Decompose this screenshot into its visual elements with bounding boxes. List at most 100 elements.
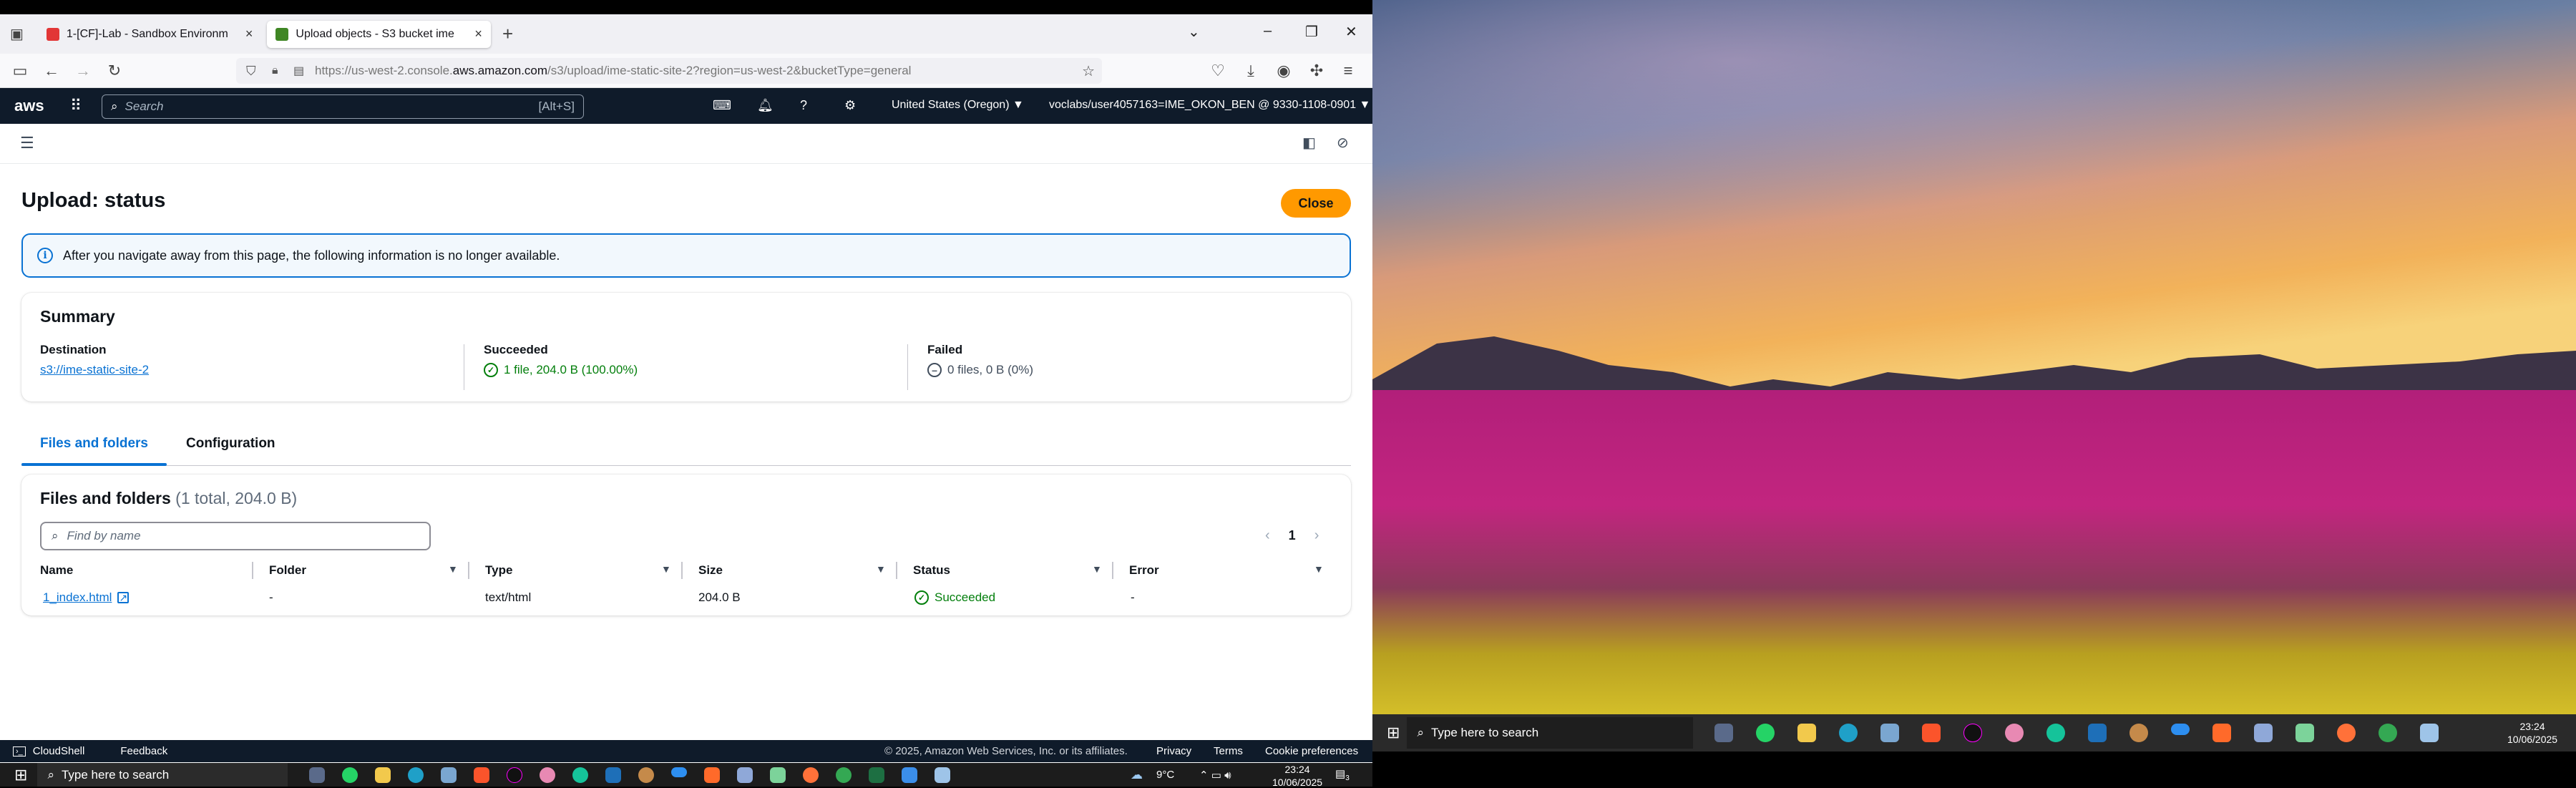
browser-tab-sandbox[interactable]: 1-[CF]-Lab - Sandbox Environm ×: [38, 21, 262, 48]
column-header-name[interactable]: Name: [40, 563, 73, 578]
close-tab-icon[interactable]: ×: [245, 26, 253, 42]
app-icon[interactable]: [704, 767, 721, 783]
column-separator[interactable]: [468, 562, 469, 579]
file-explorer-icon[interactable]: [1797, 724, 1817, 742]
tiktok-icon[interactable]: [507, 767, 523, 783]
cookie-preferences-link[interactable]: Cookie preferences: [1265, 745, 1358, 757]
grammarly-icon[interactable]: [572, 767, 589, 783]
firefox-icon[interactable]: [2337, 724, 2356, 742]
menu-icon[interactable]: ≡: [1332, 62, 1364, 80]
region-selector[interactable]: United States (Oregon) ▼: [892, 99, 1024, 112]
tab-files-and-folders[interactable]: Files and folders: [21, 436, 167, 466]
app-icon[interactable]: [2420, 724, 2439, 742]
column-header-error[interactable]: Error: [1129, 563, 1159, 578]
whatsapp-icon[interactable]: [1756, 724, 1775, 742]
terms-link[interactable]: Terms: [1214, 745, 1243, 757]
aws-search-input[interactable]: ⌕ Search [Alt+S]: [102, 94, 584, 119]
find-by-name-input[interactable]: ⌕ Find by name: [40, 522, 431, 550]
close-button[interactable]: Close: [1281, 189, 1351, 218]
page-number[interactable]: 1: [1289, 528, 1296, 543]
column-header-type[interactable]: Type: [485, 563, 512, 578]
app-icon[interactable]: [2129, 724, 2149, 742]
minimize-icon[interactable]: –: [1264, 23, 1272, 39]
sort-caret-icon[interactable]: ▼: [661, 563, 671, 575]
app-icon[interactable]: [638, 767, 655, 783]
sidebar-icon[interactable]: ▭: [4, 62, 36, 80]
sort-caret-icon[interactable]: ▼: [1092, 563, 1102, 575]
panel-toggle-icon[interactable]: ◧: [1302, 134, 1316, 152]
sort-caret-icon[interactable]: ▼: [448, 563, 458, 575]
file-name-link[interactable]: 1_index.html: [43, 590, 112, 605]
account-icon[interactable]: ◉: [1268, 62, 1299, 80]
destination-link[interactable]: s3://ime-static-site-2: [40, 363, 149, 377]
back-icon[interactable]: ←: [36, 62, 67, 80]
bookmark-star-icon[interactable]: ☆: [1082, 62, 1095, 80]
weather-temp[interactable]: 9°C: [1156, 769, 1174, 781]
app-icon[interactable]: [902, 767, 918, 783]
column-header-size[interactable]: Size: [698, 563, 723, 578]
excel-icon[interactable]: [869, 767, 885, 783]
cloudshell-link[interactable]: CloudShell: [33, 745, 85, 757]
notifications-bell-icon[interactable]: 🔔︎: [757, 98, 774, 113]
new-tab-button[interactable]: +: [502, 23, 513, 45]
file-explorer-icon[interactable]: [375, 767, 391, 783]
app-icon[interactable]: [2005, 724, 2024, 742]
app-icon[interactable]: [737, 767, 753, 783]
feedback-link[interactable]: Feedback: [120, 745, 167, 757]
app-icon[interactable]: [2254, 724, 2273, 742]
cloudshell-icon[interactable]: ›_: [13, 746, 26, 757]
app-icon[interactable]: [540, 767, 556, 783]
external-link-icon[interactable]: ↗: [117, 592, 130, 603]
close-tab-icon[interactable]: ×: [474, 26, 482, 42]
sort-caret-icon[interactable]: ▼: [876, 563, 886, 575]
reload-icon[interactable]: ↻: [99, 62, 130, 80]
brave-icon[interactable]: [474, 767, 490, 783]
calculator-icon[interactable]: [441, 767, 457, 783]
app-icon[interactable]: [2296, 724, 2315, 742]
privacy-link[interactable]: Privacy: [1156, 745, 1191, 757]
firefox-icon[interactable]: [803, 767, 819, 783]
cloudshell-icon[interactable]: ⌨: [713, 98, 731, 113]
tab-configuration[interactable]: Configuration: [186, 436, 275, 452]
edge-icon[interactable]: [1839, 724, 1858, 742]
app-icon[interactable]: [2088, 724, 2107, 742]
column-header-folder[interactable]: Folder: [269, 563, 306, 578]
next-page-icon[interactable]: ›: [1314, 527, 1319, 544]
browser-tab-upload[interactable]: Upload objects - S3 bucket ime ×: [267, 20, 491, 48]
windows-start-icon[interactable]: ⊞: [14, 766, 27, 784]
tiktok-icon[interactable]: [1963, 724, 1983, 742]
settings-gear-icon[interactable]: ⚙: [844, 98, 856, 113]
previous-page-icon[interactable]: ‹: [1265, 527, 1270, 544]
windows-start-icon[interactable]: ⊞: [1387, 724, 1400, 742]
brave-icon[interactable]: [1922, 724, 1941, 742]
tray-icons[interactable]: ⌃ ▭ 🔊︎: [1199, 769, 1231, 782]
help-icon[interactable]: ?: [800, 98, 807, 113]
aws-logo[interactable]: aws: [14, 97, 44, 115]
chrome-icon[interactable]: [836, 767, 852, 783]
services-grid-icon[interactable]: ⠿: [70, 97, 82, 115]
downloads-icon[interactable]: ⤓: [1235, 62, 1267, 80]
notification-center-icon[interactable]: ▤3: [1335, 767, 1350, 782]
chrome-icon[interactable]: [2379, 724, 2398, 742]
column-separator[interactable]: [252, 562, 253, 579]
hamburger-menu-icon[interactable]: ☰: [20, 134, 34, 152]
column-header-status[interactable]: Status: [913, 563, 950, 578]
help-panel-icon[interactable]: ⊘: [1337, 134, 1349, 152]
address-bar[interactable]: ⛉ 🔒︎ ▤ https://us-west-2.console. aws.ama…: [236, 58, 1102, 84]
column-separator[interactable]: [681, 562, 683, 579]
tab-overview-icon[interactable]: ▣: [10, 25, 24, 43]
task-view-icon[interactable]: [309, 767, 326, 783]
grammarly-icon[interactable]: [2046, 724, 2066, 742]
tab-list-icon[interactable]: ⌄: [1188, 23, 1200, 41]
weather-icon[interactable]: ☁: [1131, 768, 1143, 782]
calculator-icon[interactable]: [1880, 724, 1900, 742]
window-close-icon[interactable]: ✕: [1345, 23, 1357, 41]
app-icon[interactable]: [605, 767, 622, 783]
taskbar-search-box[interactable]: ⌕ Type here to search: [1407, 717, 1694, 749]
onedrive-icon[interactable]: [671, 767, 688, 777]
account-menu[interactable]: voclabs/user4057163=IME_OKON_BEN @ 9330-…: [1049, 99, 1370, 112]
column-separator[interactable]: [896, 562, 897, 579]
app-icon[interactable]: [2212, 724, 2232, 742]
pocket-icon[interactable]: ♡: [1202, 62, 1234, 80]
app-icon[interactable]: [935, 767, 951, 783]
